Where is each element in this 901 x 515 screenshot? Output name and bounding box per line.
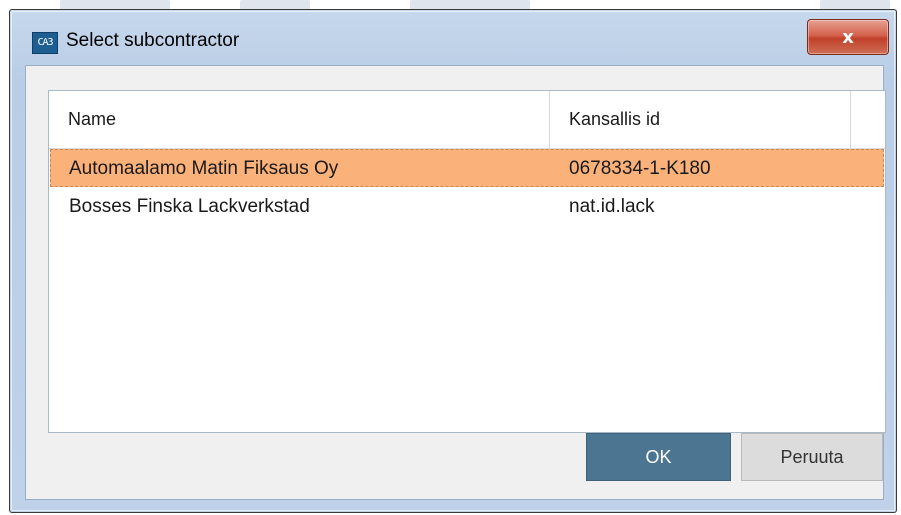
table-row[interactable]: Bosses Finska Lackverkstad nat.id.lack [50,188,884,226]
row-name-cell: Automaalamo Matin Fiksaus Oy [69,158,339,179]
column-header-kansallis-id[interactable]: Kansallis id [550,91,851,148]
title-bar[interactable]: CA3 Select subcontractor x [10,10,896,70]
close-icon: x [842,26,854,48]
ok-button[interactable]: OK [586,433,731,481]
cancel-button[interactable]: Peruuta [741,433,883,481]
column-header-filler [851,91,883,148]
subcontractor-list[interactable]: Name Kansallis id Automaalamo Matin Fiks… [48,90,886,433]
select-subcontractor-dialog: CA3 Select subcontractor x Name Kansalli… [9,9,897,513]
row-id-cell: nat.id.lack [569,196,655,217]
row-id-cell: 0678334-1-K180 [569,158,711,179]
row-name-cell: Bosses Finska Lackverkstad [69,196,310,217]
app-icon: CA3 [32,32,58,54]
list-header: Name Kansallis id [49,91,885,149]
table-row[interactable]: Automaalamo Matin Fiksaus Oy 0678334-1-K… [50,149,884,187]
close-button[interactable]: x [807,19,889,55]
dialog-title: Select subcontractor [66,30,240,51]
column-header-name[interactable]: Name [49,91,550,148]
